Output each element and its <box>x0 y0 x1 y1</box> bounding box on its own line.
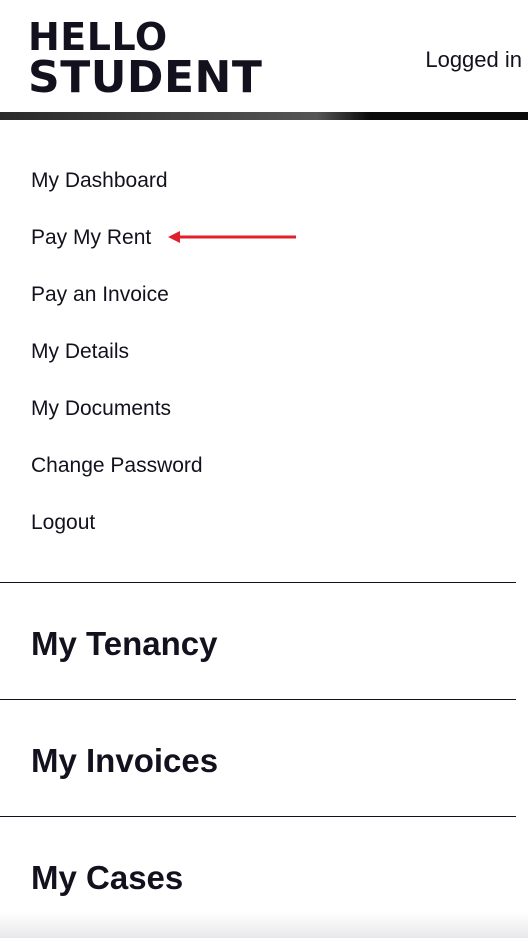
nav-item-change-password[interactable]: Change Password <box>31 455 203 476</box>
nav-item-pay-my-rent[interactable]: Pay My Rent <box>31 227 151 248</box>
header-divider-bar <box>0 112 528 120</box>
section-divider <box>0 582 516 583</box>
section-my-tenancy[interactable]: My Tenancy <box>31 627 217 660</box>
logged-in-status: Logged in <box>425 47 522 72</box>
logo-line-hello: HELLO <box>28 15 168 59</box>
nav-item-my-dashboard[interactable]: My Dashboard <box>31 170 168 191</box>
site-header: HELLO STUDENT Logged in <box>0 0 528 112</box>
red-arrow-icon <box>168 231 296 243</box>
nav-item-pay-an-invoice[interactable]: Pay an Invoice <box>31 284 169 305</box>
section-divider <box>0 816 516 817</box>
nav-item-logout[interactable]: Logout <box>31 512 95 533</box>
logo-line-student: STUDENT <box>28 52 263 103</box>
section-my-cases[interactable]: My Cases <box>31 861 183 894</box>
section-divider <box>0 699 516 700</box>
section-my-invoices[interactable]: My Invoices <box>31 744 218 777</box>
bottom-scroll-fade <box>0 912 528 938</box>
nav-item-my-documents[interactable]: My Documents <box>31 398 171 419</box>
nav-item-my-details[interactable]: My Details <box>31 341 129 362</box>
hello-student-logo[interactable]: HELLO STUDENT <box>28 15 290 103</box>
page: HELLO STUDENT Logged in My Dashboard Pay… <box>0 0 528 938</box>
